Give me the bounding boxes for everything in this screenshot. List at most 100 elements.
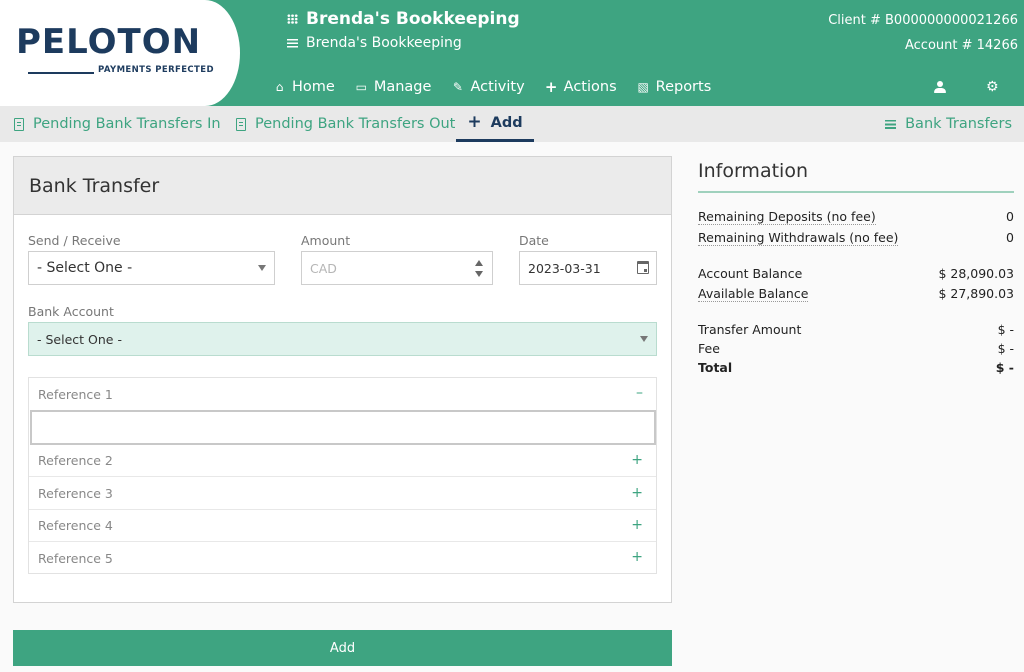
user-icon[interactable]: [934, 81, 946, 94]
bank-account-select[interactable]: - Select One -: [28, 322, 657, 356]
tab-pending-transfers-out-label: Pending Bank Transfers Out: [255, 116, 456, 132]
available-balance-row: Available Balance $ 27,890.03: [698, 286, 1014, 302]
account-balance-label: Account Balance: [698, 266, 803, 281]
nav-home[interactable]: ⌂ Home: [273, 78, 335, 96]
expand-icon[interactable]: +: [631, 452, 643, 468]
available-balance-value: $ 27,890.03: [938, 286, 1014, 301]
business-subtitle[interactable]: Brenda's Bookkeeping: [287, 35, 462, 51]
sub-nav: Pending Bank Transfers In Pending Bank T…: [0, 106, 1024, 142]
document-icon: ✎: [452, 80, 463, 94]
remaining-deposits-value: 0: [1006, 209, 1014, 224]
client-number: Client # B000000000021266: [828, 13, 1018, 28]
client-number-label: Client #: [828, 13, 881, 28]
information-title: Information: [698, 160, 808, 182]
add-button[interactable]: Add: [13, 630, 672, 666]
fee-label: Fee: [698, 341, 720, 356]
nav-actions-label: Actions: [563, 79, 617, 95]
total-value: $ -: [995, 360, 1014, 375]
fee-value: $ -: [997, 341, 1014, 356]
client-number-value: B000000000021266: [885, 13, 1018, 28]
date-value: 2023-03-31: [528, 260, 601, 276]
bank-transfers-label: Bank Transfers: [905, 116, 1012, 132]
collapse-icon[interactable]: –: [636, 385, 643, 401]
tab-pending-transfers-in[interactable]: Pending Bank Transfers In: [14, 106, 221, 142]
date-label: Date: [519, 233, 549, 248]
bank-transfer-panel: Bank Transfer Send / Receive - Select On…: [13, 156, 672, 603]
account-balance-value: $ 28,090.03: [938, 266, 1014, 281]
plus-icon: +: [544, 78, 558, 96]
panel-title: Bank Transfer: [14, 157, 671, 215]
home-icon: ⌂: [275, 80, 284, 94]
amount-placeholder: CAD: [310, 260, 337, 276]
amount-input[interactable]: CAD: [301, 251, 493, 285]
fee-row: Fee $ -: [698, 341, 1014, 356]
bank-transfers-link[interactable]: Bank Transfers: [885, 106, 1012, 142]
plus-icon: +: [467, 112, 482, 132]
reference-3-header[interactable]: Reference 3 +: [29, 478, 656, 510]
nav-actions[interactable]: + Actions: [545, 78, 617, 96]
nav-reports[interactable]: ▧ Reports: [637, 78, 712, 96]
transfer-amount-label: Transfer Amount: [698, 322, 802, 337]
date-input[interactable]: 2023-03-31: [519, 251, 657, 285]
expand-icon[interactable]: +: [631, 549, 643, 565]
reference-5-header[interactable]: Reference 5 +: [29, 542, 656, 574]
nav-manage[interactable]: ▭ Manage: [355, 78, 432, 96]
expand-icon[interactable]: +: [631, 485, 643, 501]
total-label: Total: [698, 360, 733, 375]
references-list: Reference 1 – Reference 2 + Reference 3 …: [28, 377, 657, 574]
reference-2-header[interactable]: Reference 2 +: [29, 445, 656, 477]
reference-1-input[interactable]: [30, 410, 656, 445]
bank-account-value: - Select One -: [37, 331, 122, 347]
chevron-down-icon: [258, 265, 266, 271]
nav-manage-label: Manage: [373, 79, 432, 95]
business-title-text: Brenda's Bookkeeping: [306, 9, 520, 29]
tab-pending-transfers-out[interactable]: Pending Bank Transfers Out: [236, 106, 455, 142]
nav-activity[interactable]: ✎ Activity: [451, 78, 525, 96]
account-number-label: Account #: [904, 38, 973, 53]
remaining-withdrawals-value: 0: [1006, 230, 1014, 245]
send-receive-label: Send / Receive: [28, 233, 121, 248]
document-icon: [14, 117, 24, 131]
clipboard-icon: ▧: [637, 80, 649, 94]
business-title[interactable]: Brenda's Bookkeeping: [287, 9, 520, 29]
account-number: Account # 14266: [905, 38, 1018, 53]
calendar-icon[interactable]: [637, 261, 649, 274]
reference-1-header[interactable]: Reference 1 –: [29, 378, 656, 410]
available-balance-label[interactable]: Available Balance: [698, 286, 809, 302]
reference-4-header[interactable]: Reference 4 +: [29, 510, 656, 542]
account-balance-row: Account Balance $ 28,090.03: [698, 266, 1014, 281]
expand-icon[interactable]: +: [631, 517, 643, 533]
send-receive-value: - Select One -: [37, 260, 133, 276]
tab-add[interactable]: + Add: [456, 106, 534, 142]
logo-tagline: PAYMENTS PERFECTED: [94, 65, 218, 75]
reference-1-label: Reference 1: [38, 386, 113, 402]
reference-2-label: Reference 2: [38, 453, 113, 468]
chevron-down-icon: [640, 336, 648, 342]
tab-add-label: Add: [490, 114, 523, 131]
reference-5-label: Reference 5: [38, 550, 113, 566]
business-subtitle-text: Brenda's Bookkeeping: [306, 35, 462, 51]
transfer-amount-value: $ -: [997, 322, 1014, 337]
remaining-deposits-label[interactable]: Remaining Deposits (no fee): [698, 209, 876, 225]
gear-icon[interactable]: ⚙: [986, 80, 999, 94]
nav-reports-label: Reports: [655, 79, 712, 95]
logo[interactable]: PELOTON PAYMENTS PERFECTED: [0, 0, 240, 106]
document-icon: [236, 117, 246, 131]
reference-4-label: Reference 4: [38, 518, 113, 533]
nav-activity-label: Activity: [470, 79, 525, 95]
send-receive-select[interactable]: - Select One -: [28, 251, 275, 285]
logo-wordmark: PELOTON: [16, 22, 202, 62]
spinner-up-icon[interactable]: [475, 260, 483, 266]
transfer-amount-row: Transfer Amount $ -: [698, 322, 1014, 337]
remaining-withdrawals-label[interactable]: Remaining Withdrawals (no fee): [698, 230, 899, 246]
amount-label: Amount: [301, 233, 351, 248]
remaining-withdrawals-row: Remaining Withdrawals (no fee) 0: [698, 230, 1014, 246]
remaining-deposits-row: Remaining Deposits (no fee) 0: [698, 209, 1014, 225]
monitor-icon: ▭: [355, 80, 367, 94]
nav-home-label: Home: [292, 79, 335, 95]
divider: [698, 191, 1014, 193]
tab-pending-transfers-in-label: Pending Bank Transfers In: [33, 116, 221, 132]
menu-icon: [885, 119, 897, 129]
app-header: PELOTON PAYMENTS PERFECTED Brenda's Book…: [0, 0, 1024, 106]
spinner-down-icon[interactable]: [475, 271, 483, 277]
